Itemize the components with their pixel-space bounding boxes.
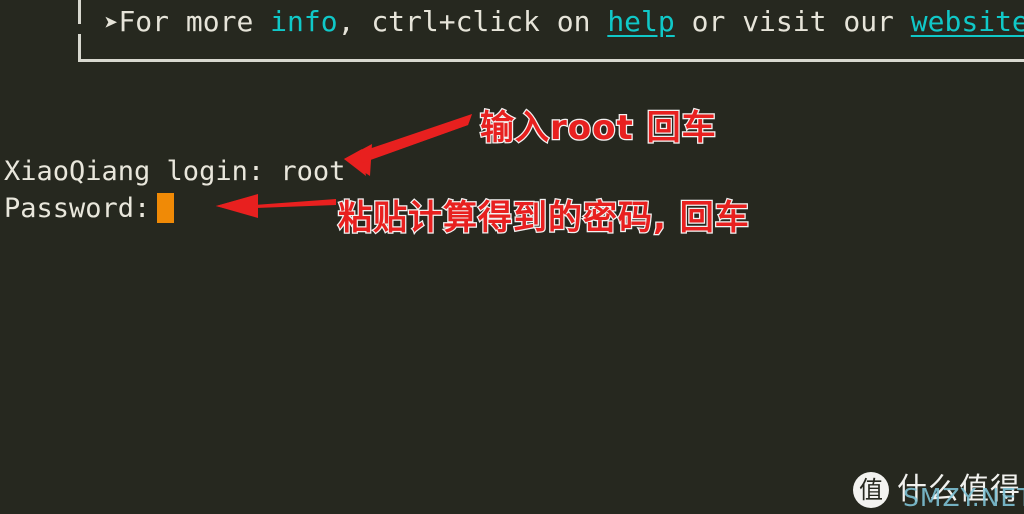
password-prompt-text: Password: xyxy=(4,193,151,224)
login-prompt-line: XiaoQiang login: root xyxy=(4,154,345,190)
arrow-to-password xyxy=(216,194,336,218)
motd-text-2: , ctrl+click on xyxy=(337,5,608,38)
motd-frame-left-rule-top xyxy=(78,0,81,24)
watermark-site-text: SMZY.NET xyxy=(903,483,1024,512)
annotation-paste-password: 粘贴计算得到的密码, 回车 xyxy=(337,197,750,240)
motd-frame-left-rule-bottom xyxy=(78,34,81,62)
motd-line: ➤For more info, ctrl+click on help or vi… xyxy=(104,2,1024,43)
bullet-arrow-icon: ➤ xyxy=(104,9,119,37)
help-link[interactable]: help xyxy=(607,5,674,38)
password-prompt-line[interactable]: Password: xyxy=(4,191,175,227)
arrow-to-root xyxy=(344,114,472,176)
text-cursor xyxy=(157,193,175,223)
login-prompt-text: XiaoQiang login: root xyxy=(4,156,346,187)
motd-text-3: or visit our xyxy=(674,5,911,38)
motd-frame-bottom-rule xyxy=(78,59,1024,62)
website-link[interactable]: website xyxy=(911,5,1024,38)
annotation-type-root: 输入root 回车 xyxy=(479,107,717,150)
info-link[interactable]: info xyxy=(270,5,337,38)
watermark: 值 什么值得买 SMZY.NET xyxy=(849,466,1024,514)
terminal-screen: ➤For more info, ctrl+click on help or vi… xyxy=(0,0,1024,514)
watermark-badge-icon: 值 xyxy=(853,472,889,508)
motd-text-1: For more xyxy=(118,5,271,38)
